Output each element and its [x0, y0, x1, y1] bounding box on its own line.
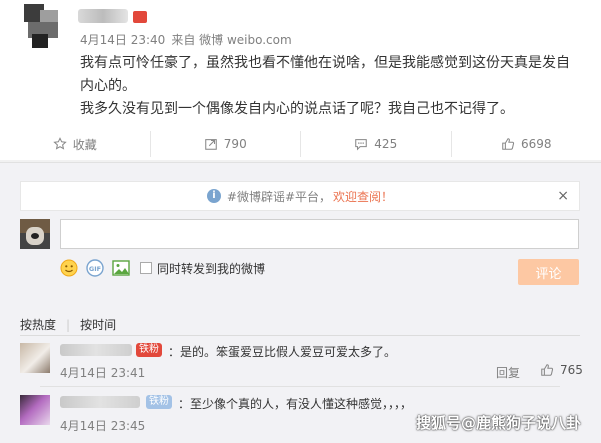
comment-time: 4月14日 23:41	[60, 366, 146, 380]
rumor-notice-bar: i #微博辟谣#平台， 欢迎查阅！ ×	[20, 181, 580, 211]
divider	[40, 386, 560, 387]
sort-by-hot[interactable]: 按热度	[20, 316, 56, 333]
forward-option-label: 同时转发到我的微博	[157, 261, 266, 276]
comment-text: ：是的。笨蛋爱豆比假人爱豆可爱太多了。	[168, 345, 397, 359]
forward-icon	[205, 139, 217, 150]
reply-button[interactable]: 回复	[496, 364, 520, 381]
comment-input[interactable]	[60, 219, 579, 249]
forward-checkbox[interactable]	[140, 262, 152, 274]
comment-like-count: 765	[560, 363, 583, 377]
emoji-icon[interactable]	[60, 259, 78, 277]
comment-icon	[355, 139, 368, 151]
submit-comment-button[interactable]: 评论	[518, 259, 579, 285]
sort-by-time[interactable]: 按时间	[80, 316, 116, 333]
notice-link[interactable]: 欢迎查阅！	[333, 188, 393, 205]
info-icon: i	[206, 189, 221, 203]
post-source: 来自 微博 weibo.com	[171, 33, 292, 47]
divider	[20, 335, 580, 336]
fan-badge: 铁粉	[146, 395, 172, 409]
comment-button[interactable]: 425	[301, 131, 452, 157]
favorite-button[interactable]: 收藏	[0, 131, 151, 157]
commenter-name-blurred[interactable]	[60, 344, 132, 356]
post-content: 我有点可怜任豪了，虽然我也看不懂他在说啥，但是我能感觉到这份天真是发自内心的。 …	[80, 52, 580, 121]
gif-icon[interactable]: GIF	[86, 259, 104, 277]
forward-count: 790	[223, 137, 247, 151]
image-icon[interactable]	[112, 259, 130, 277]
my-avatar[interactable]	[20, 219, 50, 249]
commenter-avatar[interactable]	[20, 343, 50, 373]
sort-divider: |	[66, 317, 71, 332]
like-button[interactable]: 6698	[452, 131, 601, 157]
comment-text: ：至少像个真的人，有没人懂这种感觉，，，，	[178, 397, 413, 411]
favorite-label: 收藏	[72, 137, 97, 152]
weibo-post: 4月14日 23:40 来自 微博 weibo.com 我有点可怜任豪了，虽然我也…	[0, 0, 601, 128]
post-paragraph: 我多久没有见到一个偶像发自内心的说点话了呢？我自己也不记得了。	[80, 101, 514, 117]
watermark: 搜狐号@鹿熊狗子说八卦	[416, 414, 582, 432]
vip-badge-icon	[133, 11, 147, 23]
svg-text:GIF: GIF	[89, 265, 101, 273]
post-meta: 4月14日 23:40 来自 微博 weibo.com	[80, 31, 292, 48]
comment-sort: 按热度 | 按时间	[20, 316, 116, 333]
post-paragraph: 我有点可怜任豪了，虽然我也看不懂他在说啥，但是我能感觉到这份天真是发自内心的。	[80, 55, 570, 94]
comment-like-button[interactable]: 765	[540, 363, 583, 377]
fan-badge: 铁粉	[136, 343, 162, 357]
notice-text: #微博辟谣#平台，	[226, 189, 332, 204]
comment-panel: i #微博辟谣#平台， 欢迎查阅！ × GIF 同时转发到我的微博 评论 按热度…	[0, 162, 601, 443]
close-icon[interactable]: ×	[557, 188, 569, 204]
thumbs-up-icon	[541, 364, 554, 376]
comment-time: 4月14日 23:45	[60, 419, 146, 433]
comment-tools: GIF 同时转发到我的微博	[60, 259, 265, 277]
post-time[interactable]: 4月14日 23:40	[80, 33, 165, 47]
like-count: 6698	[520, 137, 552, 151]
commenter-name-blurred[interactable]	[60, 396, 140, 408]
comment-count: 425	[374, 137, 398, 151]
thumbs-up-icon	[502, 138, 515, 150]
author-name-blurred[interactable]	[78, 9, 128, 23]
forward-to-my-weibo[interactable]: 同时转发到我的微博	[140, 260, 265, 277]
post-action-bar: 收藏 790 425 6698	[0, 130, 601, 158]
commenter-avatar[interactable]	[20, 395, 50, 425]
star-icon	[53, 137, 67, 150]
author-avatar[interactable]	[20, 4, 68, 50]
forward-button[interactable]: 790	[151, 131, 301, 157]
comment-item: 铁粉 ：是的。笨蛋爱豆比假人爱豆可爱太多了。 4月14日 23:41 回复 76…	[20, 343, 583, 383]
